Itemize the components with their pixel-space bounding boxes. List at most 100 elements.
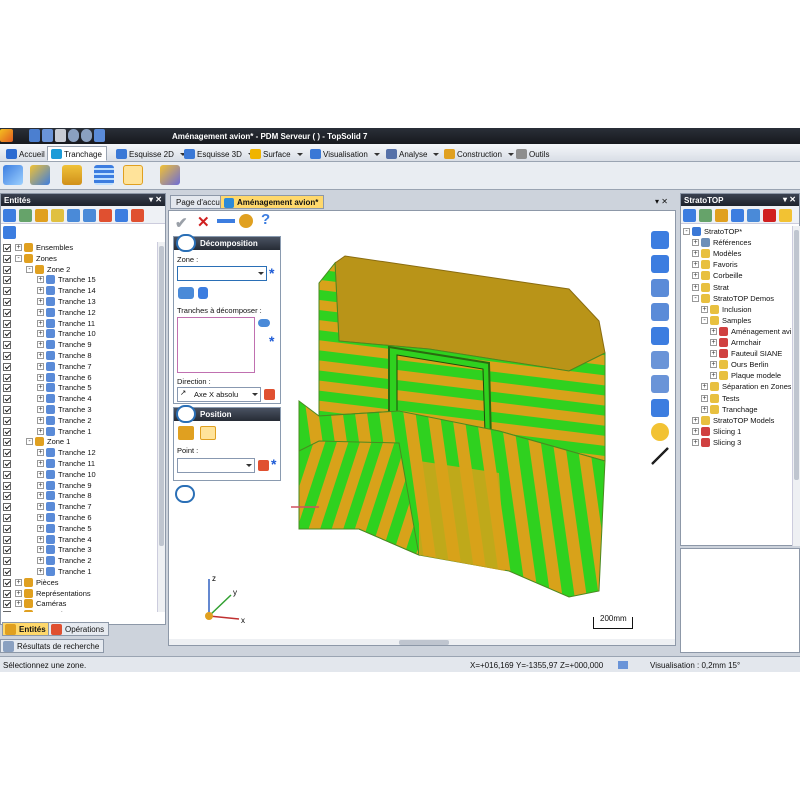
visibility-checkbox[interactable] (3, 568, 11, 576)
tab-surface[interactable]: Surface (246, 146, 303, 161)
zone-select[interactable] (177, 266, 267, 281)
tab-amenagement-avion[interactable]: Aménagement avion* (220, 195, 325, 209)
rotate-icon[interactable] (651, 279, 669, 297)
tree-item[interactable]: - StratoTOP* (683, 226, 791, 237)
expand-toggle-icon[interactable]: + (37, 384, 44, 392)
display-mode-icon[interactable] (618, 661, 628, 669)
tab-entities[interactable]: Entités (2, 622, 51, 636)
tab-esquisse-2d[interactable]: Esquisse 2D (112, 146, 186, 161)
visibility-checkbox[interactable] (3, 438, 11, 447)
expand-toggle-icon[interactable]: + (701, 383, 708, 391)
tree-item[interactable]: + Tranche 9 (3, 480, 155, 491)
tree-item[interactable]: + Tranche 12 (3, 447, 155, 458)
zone-tool-icon[interactable] (123, 165, 143, 185)
visibility-checkbox[interactable] (3, 406, 11, 414)
tree-item[interactable]: + Armchair (683, 337, 791, 348)
expand-toggle-icon[interactable]: + (692, 272, 699, 280)
tree-item[interactable]: + Tranche 7 (3, 361, 155, 372)
visibility-checkbox[interactable] (3, 298, 11, 306)
point-select[interactable] (177, 458, 255, 473)
expand-toggle-icon[interactable]: - (15, 254, 22, 262)
apply-icon[interactable] (239, 214, 253, 228)
expand-toggle-icon[interactable]: + (37, 449, 44, 457)
tree-item[interactable]: - Zones (3, 253, 155, 264)
tree-item[interactable]: Boussole (3, 609, 155, 612)
zone-pick-alt-icon[interactable] (198, 287, 208, 299)
zoom-plus-icon[interactable] (651, 231, 669, 249)
expand-toggle-icon[interactable]: + (710, 350, 717, 358)
visibility-checkbox[interactable] (3, 578, 11, 587)
expand-toggle-icon[interactable]: + (15, 244, 22, 251)
visibility-checkbox[interactable] (3, 503, 11, 512)
expand-toggle-icon[interactable]: - (692, 294, 699, 302)
visibility-checkbox[interactable] (3, 287, 11, 296)
tree-item[interactable]: + Slicing 1 (683, 426, 791, 437)
expand-toggle-icon[interactable]: + (15, 589, 22, 597)
expand-toggle-icon[interactable]: + (692, 427, 699, 435)
visibility-checkbox[interactable] (3, 470, 11, 479)
viewport-hscroll[interactable] (169, 639, 675, 645)
visibility-checkbox[interactable] (3, 524, 11, 533)
tab-search-results[interactable]: Résultats de recherche (0, 639, 105, 653)
undo-icon[interactable] (68, 129, 79, 142)
tree-item[interactable]: + Tranche 1 (3, 426, 155, 437)
visibility-checkbox[interactable] (3, 557, 11, 566)
tree-item[interactable]: + Séparation en Zones (683, 381, 791, 392)
tree-item[interactable]: + Tranche 11 (3, 318, 155, 329)
visibility-checkbox[interactable] (3, 449, 11, 458)
expand-toggle-icon[interactable]: + (15, 578, 22, 586)
zone-pick-icon[interactable] (178, 287, 194, 299)
expand-toggle-icon[interactable]: - (683, 228, 690, 235)
select-icon[interactable] (3, 209, 16, 222)
tree-item[interactable]: + Fauteuil SIANE (683, 348, 791, 359)
tree-icon[interactable] (83, 209, 96, 222)
tree-item[interactable]: + Aménagement avion (683, 326, 791, 337)
direction-select[interactable]: ↗ Axe X absolu (177, 387, 261, 402)
expand-toggle-icon[interactable]: + (710, 372, 717, 380)
visibility-checkbox[interactable] (3, 535, 11, 544)
expand-toggle-icon[interactable]: + (37, 535, 44, 543)
expand-toggle-icon[interactable]: + (710, 327, 717, 335)
expand-toggle-icon[interactable]: + (37, 362, 44, 370)
cancel-icon[interactable]: ✕ (197, 213, 210, 231)
expand-toggle-icon[interactable]: + (37, 492, 44, 500)
app-logo-icon[interactable] (0, 129, 13, 142)
check-icon[interactable] (699, 209, 712, 222)
expand-toggle-icon[interactable]: - (701, 316, 708, 324)
layers-icon[interactable] (747, 209, 760, 222)
line-tool-icon[interactable] (651, 447, 669, 465)
tree-item[interactable]: + Tests (683, 393, 791, 404)
visibility-checkbox[interactable] (3, 330, 11, 339)
tree-item[interactable]: + Tranche 10 (3, 328, 155, 339)
expand-toggle-icon[interactable]: + (37, 395, 44, 403)
save-all-icon[interactable] (42, 129, 53, 142)
expand-toggle-icon[interactable]: + (15, 600, 22, 608)
sort-icon[interactable] (731, 209, 744, 222)
tree-item[interactable]: + Tranche 4 (3, 534, 155, 545)
expand-toggle-icon[interactable]: + (701, 394, 708, 402)
tree-item[interactable]: + Strat (683, 282, 791, 293)
expand-toggle-icon[interactable]: + (37, 546, 44, 554)
slices-tool-icon[interactable] (94, 165, 114, 185)
visibility-checkbox[interactable] (3, 319, 11, 328)
tab-tranchage[interactable]: Tranchage (47, 146, 107, 161)
tree-item[interactable]: - StratoTOP Demos (683, 293, 791, 304)
tree-item[interactable]: + Tranche 10 (3, 469, 155, 480)
expand-toggle-icon[interactable]: + (710, 361, 717, 369)
visibility-checkbox[interactable] (3, 460, 11, 468)
tree-item[interactable]: + Slicing 3 (683, 437, 791, 448)
entities-scrollbar[interactable] (157, 242, 165, 612)
visibility-checkbox[interactable] (3, 589, 11, 598)
slices-add-icon[interactable] (258, 319, 270, 327)
tree-item[interactable]: - Zone 1 (3, 436, 155, 447)
expand-toggle-icon[interactable]: + (37, 330, 44, 338)
pan-icon[interactable] (651, 255, 669, 273)
visibility-checkbox[interactable] (3, 427, 11, 436)
expand-toggle-icon[interactable]: + (37, 481, 44, 489)
visibility-checkbox[interactable] (3, 611, 11, 612)
tree-item[interactable]: + Tranche 2 (3, 555, 155, 566)
tree-item[interactable]: + Tranche 6 (3, 372, 155, 383)
tree-item[interactable]: + Tranche 4 (3, 393, 155, 404)
expand-toggle-icon[interactable]: + (37, 298, 44, 305)
visibility-checkbox[interactable] (3, 492, 11, 501)
